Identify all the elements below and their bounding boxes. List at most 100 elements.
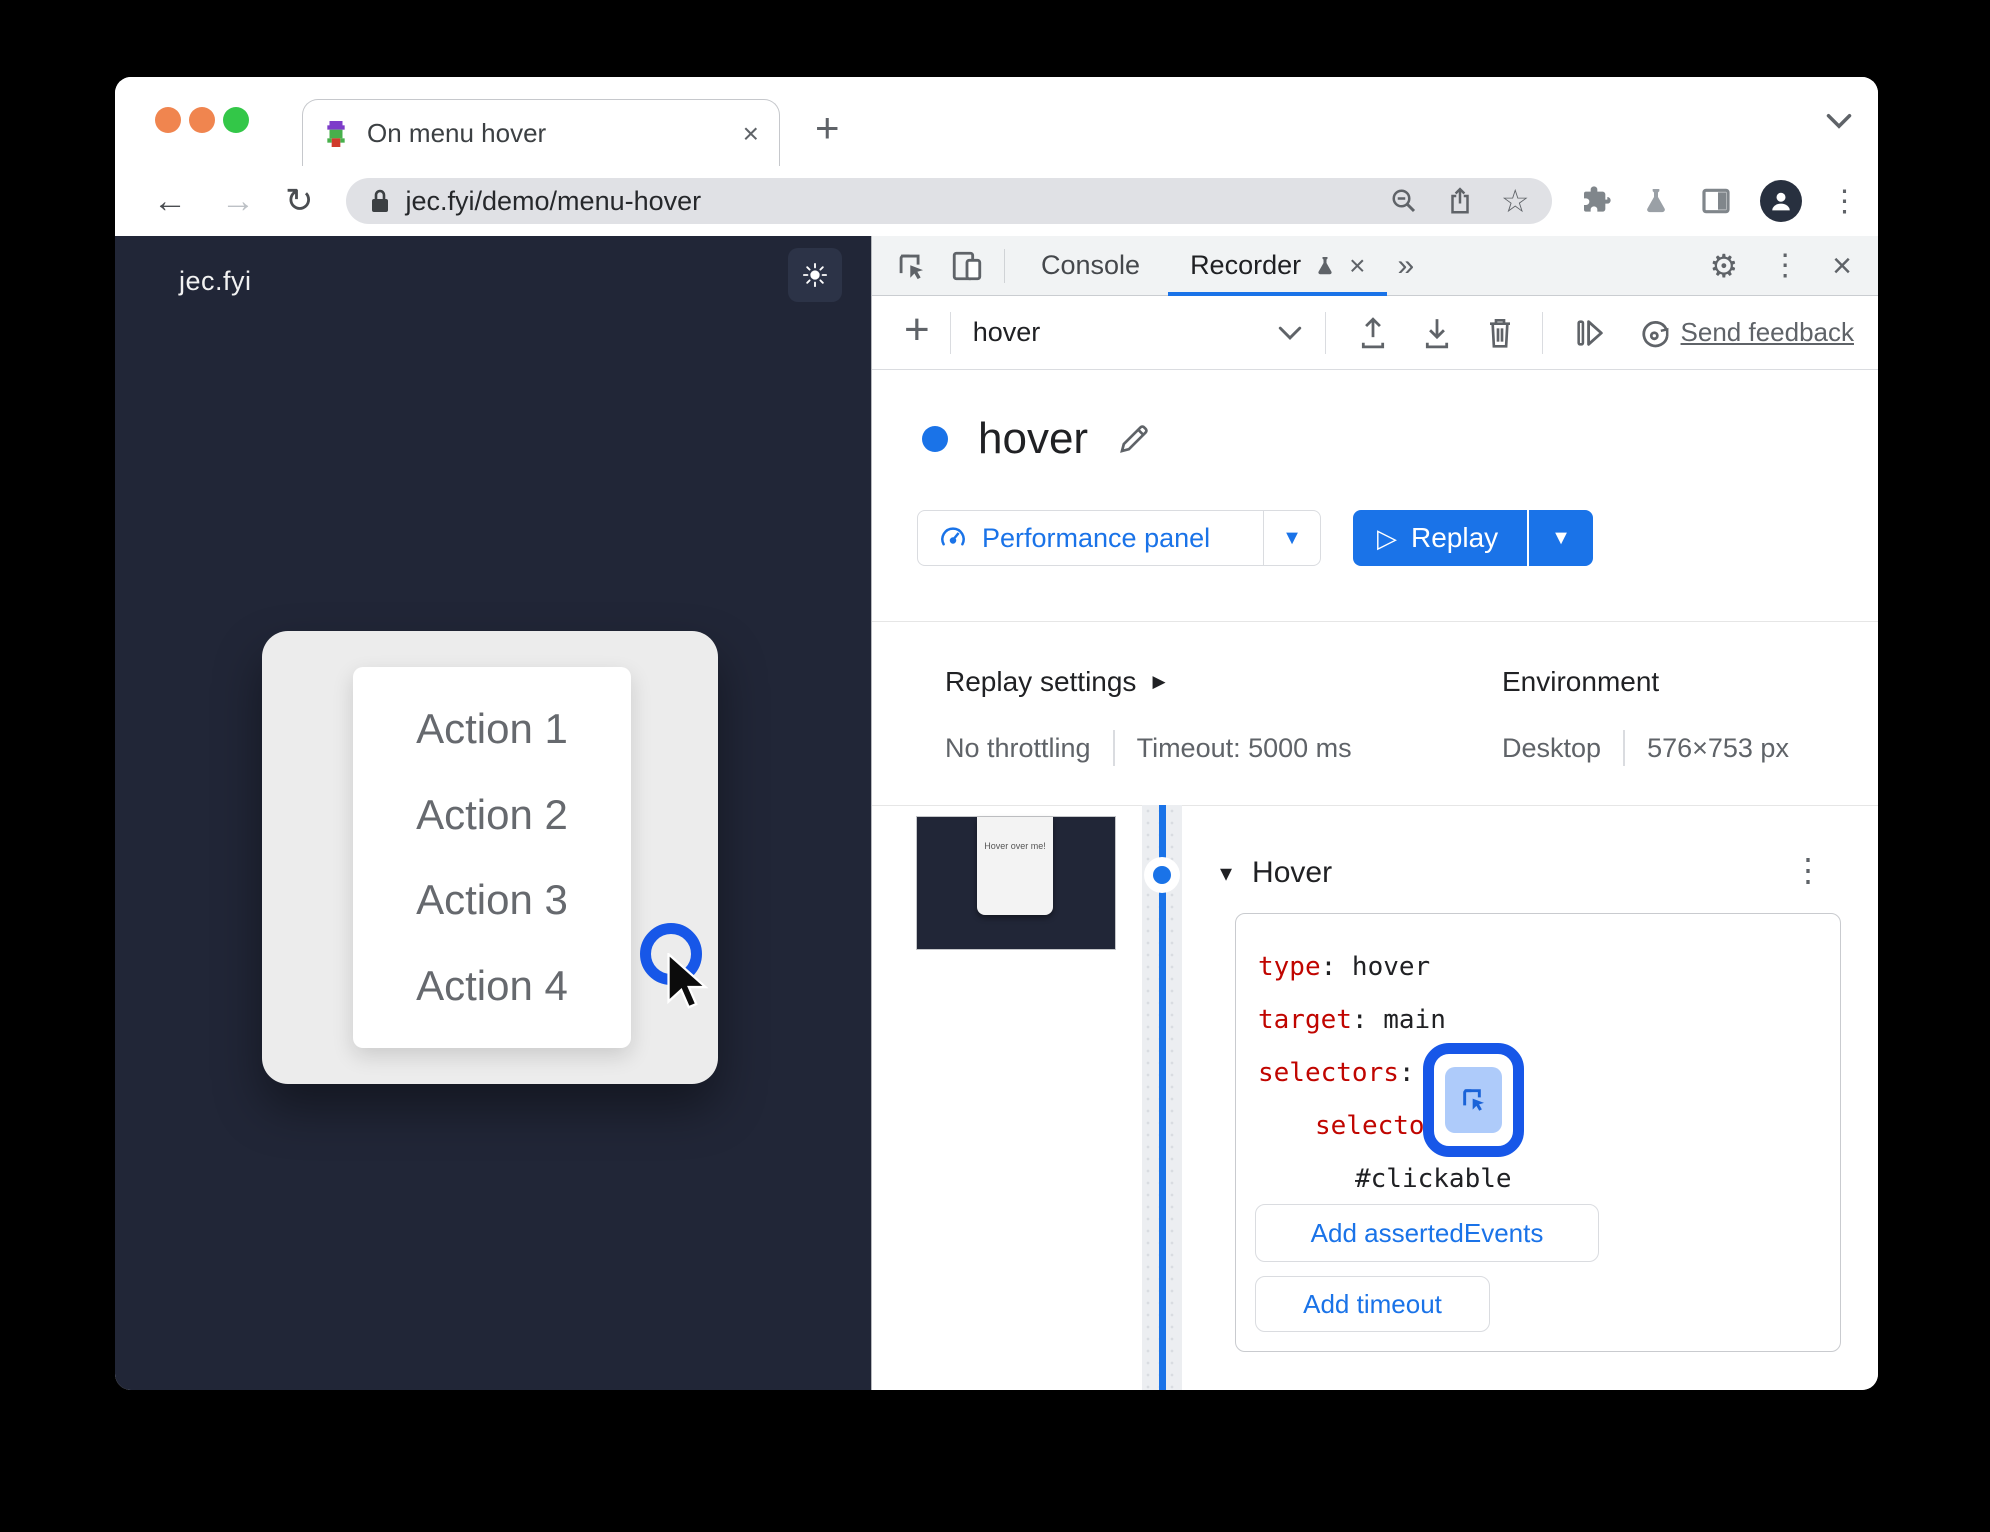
menu-item-action-2[interactable]: Action 2 [416, 791, 568, 839]
code-line-selectors: selectors: [1258, 1058, 1415, 1088]
divider [1004, 248, 1005, 283]
code-line-target: target: main [1258, 1005, 1446, 1035]
step-menu-kebab-icon[interactable]: ⋮ [1792, 854, 1824, 886]
device-toolbar-icon[interactable] [950, 249, 984, 283]
zoom-out-icon[interactable] [1389, 186, 1419, 216]
divider [1623, 730, 1626, 766]
recorder-toolbar: + hover Send feedback [872, 296, 1878, 370]
recording-select[interactable]: hover [951, 317, 1325, 348]
thumbnail-mini-card: Hover over me! [977, 817, 1053, 915]
step-screenshot-thumbnail[interactable]: Hover over me! [916, 816, 1116, 950]
titlebar: On menu hover × + [115, 77, 1878, 167]
new-tab-button[interactable]: + [815, 107, 840, 148]
tab-console[interactable]: Console [1019, 236, 1162, 296]
traffic-light-zoom[interactable] [223, 107, 249, 133]
extensions-puzzle-icon[interactable] [1580, 185, 1612, 217]
recording-dot [922, 426, 948, 452]
tab-search-chevron-icon[interactable] [1825, 111, 1853, 131]
divider [1324, 311, 1326, 354]
profile-avatar[interactable] [1759, 180, 1802, 222]
replay-settings-values: No throttling Timeout: 5000 ms [945, 730, 1352, 766]
devtools-menu-kebab-icon[interactable]: ⋮ [1770, 250, 1800, 281]
divider [1541, 311, 1543, 354]
performance-dropdown-caret[interactable]: ▼ [1264, 527, 1320, 550]
step-over-replay-icon[interactable] [1573, 316, 1607, 350]
theme-toggle-button[interactable] [788, 248, 842, 302]
replay-settings-disclosure[interactable]: Replay settings ▶ [945, 666, 1166, 698]
gauge-icon [938, 523, 968, 553]
devtools-close-icon[interactable]: × [1832, 249, 1852, 283]
select-chevron-icon [1278, 326, 1301, 340]
delete-recording-trash-icon[interactable] [1484, 315, 1516, 351]
step-marker [1144, 857, 1180, 893]
pick-element-cursor-icon [1462, 1089, 1484, 1111]
export-recording-icon[interactable] [1420, 315, 1454, 351]
more-tabs-icon[interactable]: » [1397, 249, 1414, 283]
url-text[interactable]: jec.fyi/demo/menu-hover [406, 186, 1363, 217]
add-timeout-button[interactable]: Add timeout [1255, 1276, 1490, 1332]
devtools-tabbar: Console Recorder × » ⚙ ⋮ × [872, 236, 1878, 296]
divider [872, 621, 1878, 622]
traffic-light-minimize[interactable] [189, 107, 215, 133]
flask-extension-icon[interactable] [1640, 185, 1672, 217]
step-header[interactable]: ▾ Hover [1220, 856, 1332, 890]
environment-heading: Environment [1502, 666, 1660, 697]
code-line-clickable: #clickable [1355, 1164, 1512, 1194]
traffic-light-close[interactable] [155, 107, 181, 133]
replay-loop-icon[interactable] [1637, 316, 1673, 350]
reload-button[interactable]: ↻ [285, 184, 314, 218]
back-button[interactable]: ← [153, 184, 187, 218]
import-recording-icon[interactable] [1356, 315, 1390, 351]
tab-title: On menu hover [367, 118, 547, 148]
recording-header: hover [872, 414, 1878, 464]
environment-viewport: 576×753 px [1647, 732, 1789, 763]
address-bar[interactable]: jec.fyi/demo/menu-hover ☆ [345, 178, 1552, 224]
devtools-settings-gear-icon[interactable]: ⚙ [1709, 250, 1738, 282]
selector-picker-highlight-ring [1423, 1043, 1524, 1157]
disclosure-arrow-icon: ▶ [1152, 672, 1166, 691]
demo-page: jec.fyi Hover over me! Action 1 Action 2… [115, 236, 871, 1390]
divider [872, 805, 1878, 806]
lock-icon[interactable] [368, 187, 392, 215]
add-recording-button[interactable]: + [904, 307, 930, 351]
menu-item-action-4[interactable]: Action 4 [416, 962, 568, 1010]
recording-title: hover [978, 414, 1089, 463]
devtools-panel: Console Recorder × » ⚙ ⋮ × + hover Send … [871, 236, 1878, 1390]
tab-recorder[interactable]: Recorder × [1168, 236, 1388, 296]
step-title: Hover [1252, 856, 1333, 889]
step-collapse-caret-icon[interactable]: ▾ [1220, 859, 1232, 888]
forward-button[interactable]: → [221, 184, 255, 218]
side-panel-icon[interactable] [1700, 185, 1732, 217]
share-icon[interactable] [1445, 186, 1475, 216]
environment-values: Desktop 576×753 px [1502, 730, 1789, 766]
edit-title-pencil-icon[interactable] [1116, 421, 1152, 457]
action-menu: Action 1 Action 2 Action 3 Action 4 [353, 667, 631, 1048]
select-element-button[interactable] [1445, 1067, 1502, 1133]
add-asserted-events-button[interactable]: Add assertedEvents [1255, 1204, 1599, 1262]
timeout-value: Timeout: 5000 ms [1136, 732, 1352, 763]
play-icon: ▷ [1377, 522, 1397, 553]
menu-item-action-3[interactable]: Action 3 [416, 876, 568, 924]
menu-item-action-1[interactable]: Action 1 [416, 705, 568, 753]
browser-tab[interactable]: On menu hover × [302, 99, 780, 167]
browser-toolbar: ← → ↻ jec.fyi/demo/menu-hover ☆ ⋮ [115, 166, 1878, 237]
replay-button[interactable]: ▷ Replay ▼ [1353, 510, 1593, 566]
close-recorder-tab-icon[interactable]: × [1349, 250, 1365, 282]
thumbnail-text: Hover over me! [984, 841, 1046, 851]
site-brand[interactable]: jec.fyi [179, 266, 252, 297]
experiment-flask-icon [1313, 254, 1337, 278]
throttling-value: No throttling [945, 732, 1091, 763]
sun-icon [801, 261, 829, 289]
bookmark-star-icon[interactable]: ☆ [1501, 185, 1530, 217]
browser-menu-kebab-icon[interactable]: ⋮ [1830, 184, 1860, 219]
inspect-element-icon[interactable] [894, 249, 928, 283]
step-marker-dot [1153, 866, 1171, 884]
hover-target-card[interactable]: Hover over me! Action 1 Action 2 Action … [262, 631, 718, 1084]
send-feedback-link[interactable]: Send feedback [1681, 317, 1854, 348]
window-content: jec.fyi Hover over me! Action 1 Action 2… [115, 236, 1878, 1390]
tab-close-icon[interactable]: × [743, 119, 759, 148]
performance-panel-button[interactable]: Performance panel ▼ [917, 510, 1321, 566]
replay-dropdown-caret[interactable]: ▼ [1529, 527, 1593, 550]
browser-window: On menu hover × + ← → ↻ jec.fyi/demo/men… [115, 77, 1878, 1390]
environment-device: Desktop [1502, 732, 1602, 763]
